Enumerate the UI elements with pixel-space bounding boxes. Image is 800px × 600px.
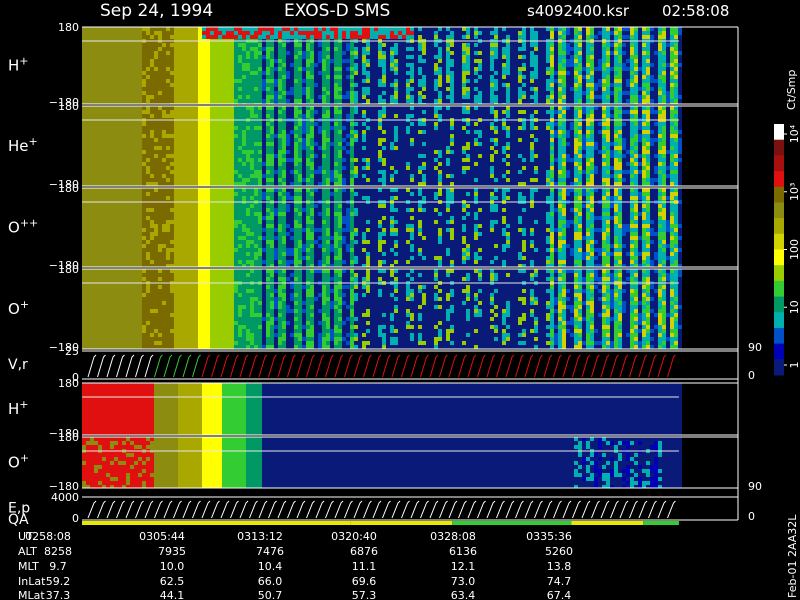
colorbar-tick-label: 100 xyxy=(788,239,800,260)
time-axis-row-label: ALT xyxy=(18,545,37,558)
time-axis-value: 11.1 xyxy=(352,560,377,573)
time-axis-value: 0313:12 xyxy=(237,530,283,543)
right-axis-label: 90 xyxy=(748,341,762,354)
time-axis-value: 9.7 xyxy=(49,560,67,573)
quality-bar xyxy=(82,521,679,525)
panel-6: 180−180H+ xyxy=(8,377,738,440)
time-axis-value: 57.3 xyxy=(352,589,377,600)
y-tick-top: 180 xyxy=(58,263,79,276)
time-axis-value: 0335:36 xyxy=(526,530,572,543)
spectrogram-cells xyxy=(82,27,682,104)
time-axis-value: 50.7 xyxy=(258,589,283,600)
time-axis-value: 10.4 xyxy=(258,560,283,573)
colorbar-tick-label: 1 xyxy=(788,362,800,369)
colorbar-segment xyxy=(774,343,784,360)
right-axis-label: 0 xyxy=(748,510,755,523)
colorbar-segment xyxy=(774,139,784,156)
plot-instrument: EXOS-D SMS xyxy=(284,1,390,21)
colorbar-segment xyxy=(774,218,784,235)
time-axis-value: 59.2 xyxy=(46,575,71,588)
panel-1: 180−180H+ xyxy=(8,21,738,109)
spectrogram-cells xyxy=(82,437,682,488)
time-axis-value: 12.1 xyxy=(451,560,476,573)
time-axis-value: 7476 xyxy=(256,545,284,558)
time-axis-row-label: InLat xyxy=(18,575,46,588)
y-tick-top: 180 xyxy=(58,431,79,444)
colorbar-segment xyxy=(774,280,784,298)
colorbar-segment xyxy=(774,124,784,141)
time-axis-value: 62.5 xyxy=(160,575,185,588)
time-axis-value: 6876 xyxy=(350,545,378,558)
panel-3: 180−180O++ xyxy=(8,182,738,272)
time-axis-value: 8258 xyxy=(44,545,72,558)
time-axis-value: 37.3 xyxy=(46,589,71,600)
footer-stamp: Feb-01 2AA32L xyxy=(786,514,799,598)
plot-time: 02:58:08 xyxy=(662,2,729,20)
time-axis-value: 5260 xyxy=(545,545,573,558)
colorbar-segment xyxy=(774,186,784,203)
right-axis-label: 90 xyxy=(748,480,762,493)
y-tick-bottom: 0 xyxy=(72,512,79,525)
time-axis-row-label: MLT xyxy=(18,560,39,573)
colorbar-segment xyxy=(774,359,784,376)
panel-label-2: QA xyxy=(8,512,29,528)
colorbar-segment xyxy=(774,249,784,266)
time-axis-value: 0258:08 xyxy=(25,530,71,543)
colorbar-segment xyxy=(774,327,784,345)
colorbar-tick-label: 10³ xyxy=(788,183,800,201)
time-axis-value: 73.0 xyxy=(451,575,476,588)
time-axis-value: 67.4 xyxy=(547,589,572,600)
colorbar-tick-label: 10 xyxy=(788,300,800,314)
colorbar-tick-label: 10⁴ xyxy=(788,124,800,143)
time-axis-value: 13.8 xyxy=(547,560,572,573)
time-axis-value: 69.6 xyxy=(352,575,377,588)
time-axis-value: 6136 xyxy=(449,545,477,558)
plot-file: s4092400.ksr xyxy=(527,2,630,20)
colorbar-segment xyxy=(774,296,784,313)
y-tick-top: 180 xyxy=(58,21,79,34)
time-axis-value: 74.7 xyxy=(547,575,572,588)
time-axis-value: 0320:40 xyxy=(331,530,377,543)
spectrogram-cells xyxy=(82,106,682,186)
time-axis-value: 66.0 xyxy=(258,575,283,588)
spectrogram-cells xyxy=(82,188,682,267)
panel-4: 180−180O+90 xyxy=(8,263,762,354)
spectrogram-cells xyxy=(82,383,682,435)
colorbar-segment xyxy=(774,171,784,188)
time-axis-value: 0328:08 xyxy=(430,530,476,543)
panel-7: 180−180O+90 xyxy=(8,431,762,493)
time-axis-value: 44.1 xyxy=(160,589,185,600)
colorbar-segment xyxy=(774,202,784,219)
y-tick-top: 180 xyxy=(58,182,79,195)
panel-label: V,r xyxy=(8,357,28,373)
time-axis-value: 0305:44 xyxy=(139,530,185,543)
spectrogram-cells xyxy=(82,269,682,349)
colorbar-segment xyxy=(774,155,784,172)
time-axis-value: 63.4 xyxy=(451,589,476,600)
y-tick-top: 25 xyxy=(65,345,79,358)
y-tick-top: 180 xyxy=(58,100,79,113)
colorbar-segment xyxy=(774,312,784,329)
time-axis-row-label: MLat xyxy=(18,589,45,600)
panel-stack: 180−180H+180−180He+180−180O++180−180O+90… xyxy=(8,21,762,528)
y-tick-top: 180 xyxy=(58,377,79,390)
y-tick-top: 4000 xyxy=(51,491,79,504)
colorbar-unit: Ct/Smp xyxy=(785,70,798,110)
plot-date: Sep 24, 1994 xyxy=(100,1,213,21)
right-axis-label: 0 xyxy=(748,369,755,382)
panel-2: 180−180He+ xyxy=(8,100,738,191)
time-axis-value: 10.0 xyxy=(160,560,185,573)
colorbar-segment xyxy=(774,233,784,250)
time-axis-value: 7935 xyxy=(158,545,186,558)
exos-d-sms-plot: Sep 24, 1994 EXOS-D SMS s4092400.ksr 02:… xyxy=(0,0,800,600)
colorbar-segment xyxy=(774,265,784,282)
